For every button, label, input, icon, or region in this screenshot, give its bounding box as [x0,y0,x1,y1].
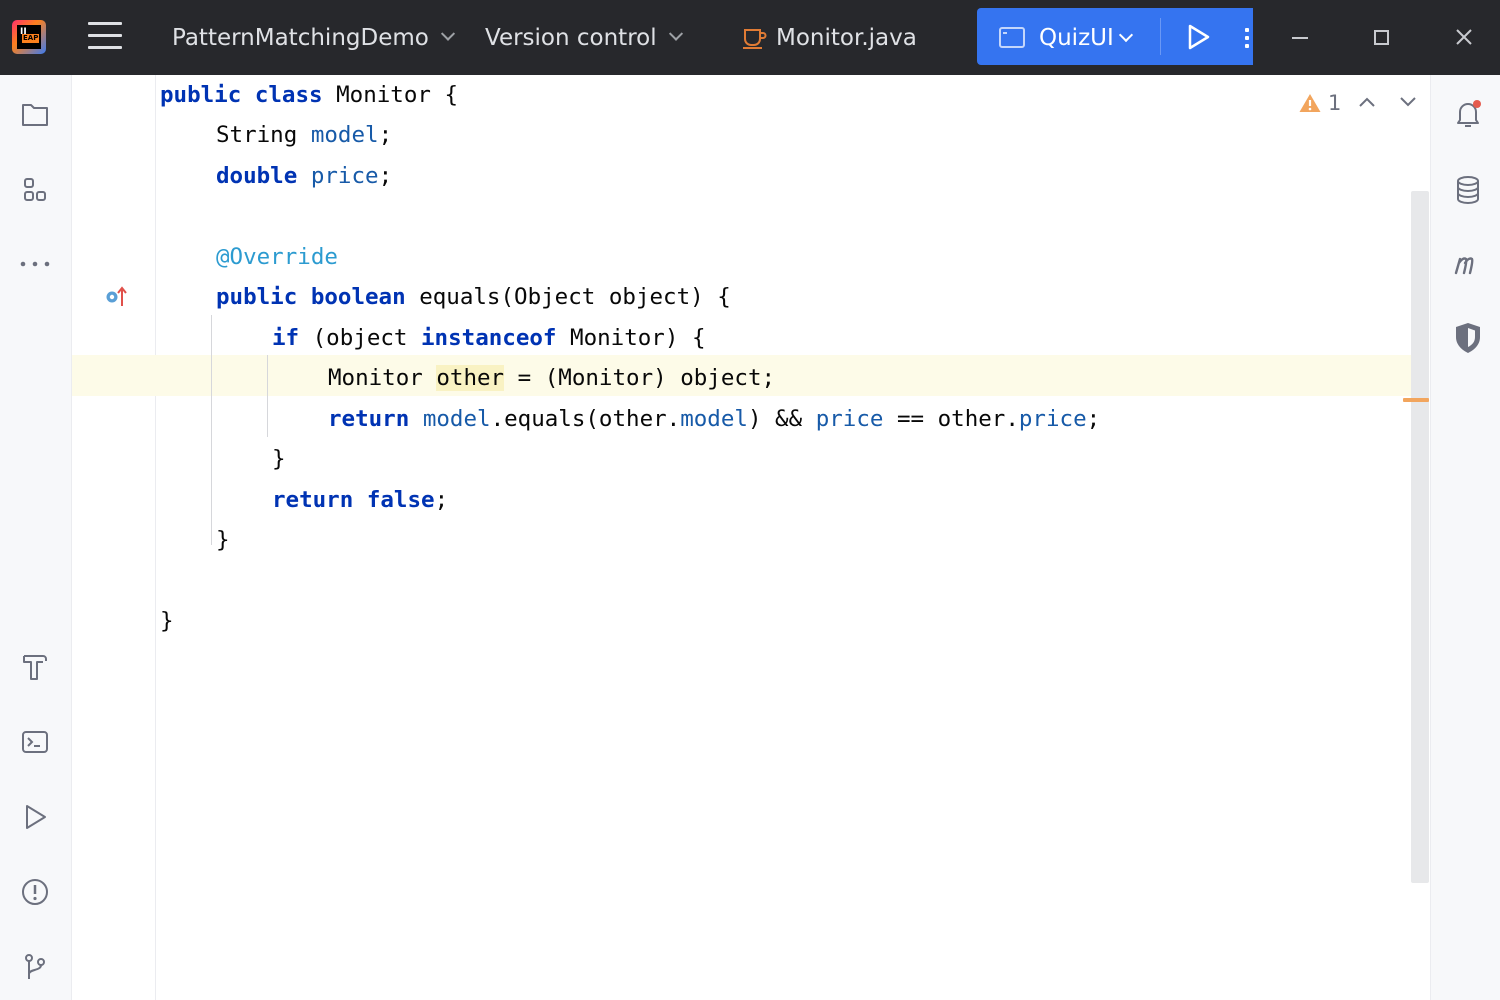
code-line: double price; [216,163,393,189]
maven-icon [1454,257,1474,275]
chevron-down-icon[interactable] [1118,27,1134,43]
structure-icon [24,178,46,201]
code-line: public class Monitor { [160,82,459,108]
code-editor[interactable]: public class Monitor { String model; dou… [72,75,1430,1000]
minimize-button[interactable] [1270,0,1330,75]
current-file-tab[interactable]: Monitor.java [742,0,917,75]
database-icon [1457,176,1479,204]
indent-guide [211,315,212,545]
intellij-logo-icon[interactable]: IJ EAP [12,20,46,54]
vcs-selector[interactable]: Version control [485,0,683,75]
indent-guide [267,355,268,437]
run-tool-button[interactable] [18,800,52,834]
warning-icon [1299,94,1321,112]
code-line: } [216,527,230,553]
code-line: @Override [216,244,338,270]
code-line: Monitor other = (Monitor) object; [328,365,776,391]
code-line: if (object instanceof Monitor) { [272,325,706,351]
project-tool-button[interactable] [18,98,52,132]
logo-badge: EAP [22,34,40,43]
git-tool-button[interactable] [18,950,52,984]
code-line: return false; [272,487,449,513]
security-tool-button[interactable] [1451,321,1485,355]
close-button[interactable] [1434,0,1494,75]
code-line: } [272,446,286,472]
more-actions-icon[interactable] [1245,28,1253,48]
inspections-widget[interactable]: 1 [1298,89,1341,117]
shield-icon [1456,323,1480,353]
maven-tool-button[interactable] [1451,247,1485,281]
more-tools-button[interactable] [18,247,52,281]
code-line: } [160,608,174,634]
next-highlight-icon[interactable] [1399,95,1417,109]
database-tool-button[interactable] [1451,173,1485,207]
more-horizontal-icon [20,261,50,267]
git-branch-icon [25,954,45,979]
bell-icon [1457,100,1481,127]
notifications-tool-button[interactable] [1451,97,1485,131]
chevron-down-icon [668,26,683,41]
override-method-gutter-icon[interactable] [105,285,131,309]
title-bar: IJ EAP PatternMatchingDemo Version contr… [0,0,1500,75]
run-config-selector[interactable]: QuizUI [1039,8,1114,65]
code-line: String model; [216,122,393,148]
problems-tool-button[interactable] [18,875,52,909]
highlighted-variable: other [436,365,505,391]
build-tool-button[interactable] [18,650,52,684]
chevron-down-icon [440,26,455,41]
hammer-icon [23,655,47,680]
run-widget: QuizUI [977,8,1253,65]
vertical-scrollbar[interactable] [1411,191,1429,883]
left-tool-strip [0,75,72,1000]
code-line: return model.equals(other.model) && pric… [328,406,1101,432]
project-name: PatternMatchingDemo [172,24,429,51]
warning-scroll-marker[interactable] [1403,398,1429,402]
folder-icon [22,104,48,126]
run-icon [26,805,46,829]
previous-highlight-icon[interactable] [1358,95,1376,109]
run-config-icon [999,27,1025,48]
java-file-icon [743,28,767,49]
code-line: public boolean equals(Object object) { [216,284,731,310]
main-menu-icon[interactable] [88,22,122,52]
warning-count: 1 [1328,91,1342,115]
problems-icon [22,879,48,905]
run-separator [1160,18,1161,55]
project-selector[interactable]: PatternMatchingDemo [172,0,455,75]
close-icon [1456,29,1472,45]
structure-tool-button[interactable] [18,173,52,207]
file-name: Monitor.java [776,24,917,51]
gutter-divider [155,75,156,1000]
run-play-icon[interactable] [1184,23,1212,51]
vcs-label: Version control [485,24,657,51]
terminal-icon [22,731,48,753]
terminal-tool-button[interactable] [18,725,52,759]
right-tool-strip [1430,75,1500,1000]
maximize-button[interactable] [1352,0,1412,75]
